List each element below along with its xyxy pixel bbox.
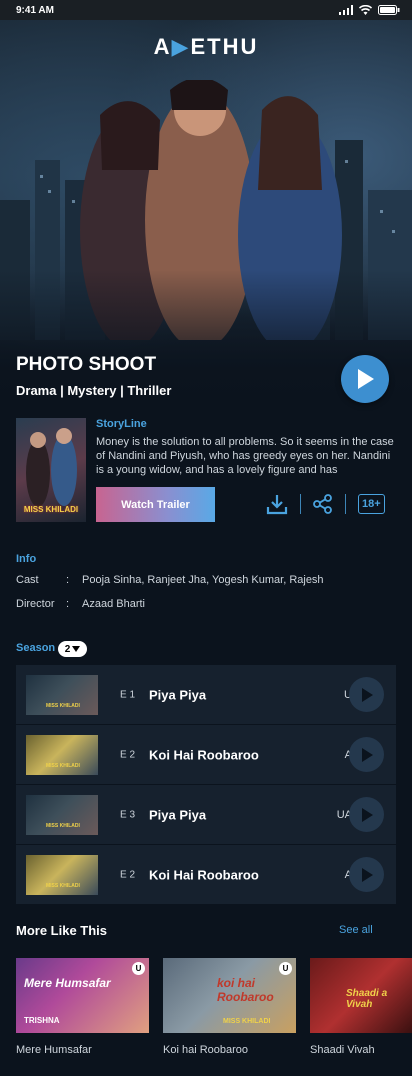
show-genres: Drama | Mystery | Thriller xyxy=(16,383,172,398)
content-card[interactable]: koi hai Roobaroo MISS KHILADI U xyxy=(163,958,296,1033)
card-artwork-title: Shaadi a Vivah xyxy=(346,988,388,1010)
poster-title: MISS KHILADI xyxy=(23,505,79,514)
season-label: Season xyxy=(16,642,56,654)
chevron-down-icon xyxy=(72,646,81,652)
card-title: Mere Humsafar xyxy=(16,1044,92,1056)
show-poster: MISS KHILADI xyxy=(16,418,86,522)
see-all-link[interactable]: See all xyxy=(339,924,373,936)
episode-thumbnail: MISS KHILADI xyxy=(26,735,98,775)
card-title: Koi hai Roobaroo xyxy=(163,1044,249,1056)
thumbnail-text: MISS KHILADI xyxy=(46,823,80,829)
card-artwork-subtitle: TRISHNA xyxy=(24,1016,60,1025)
play-icon xyxy=(361,747,373,762)
cast-value: Pooja Sinha, Ranjeet Jha, Yogesh Kumar, … xyxy=(82,574,324,586)
episode-play-button[interactable] xyxy=(349,797,384,832)
status-time: 9:41 AM xyxy=(16,4,54,16)
episode-thumbnail: MISS KHILADI xyxy=(26,795,98,835)
card-artwork-subtitle: MISS KHILADI xyxy=(223,1018,271,1025)
director-key: Director xyxy=(16,598,55,610)
age-rating-badge: 18+ xyxy=(358,494,385,514)
card-rating-badge: U xyxy=(279,962,292,975)
colon: : xyxy=(66,598,70,610)
episode-play-button[interactable] xyxy=(349,737,384,772)
hero-banner: A▶ETHU xyxy=(0,20,412,410)
wifi-icon xyxy=(359,5,372,15)
card-artwork-title: koi hai Roobaroo xyxy=(217,976,274,1004)
share-icon[interactable] xyxy=(313,494,333,514)
episode-title: Piya Piya xyxy=(149,807,207,822)
content-card[interactable]: Shaadi a Vivah xyxy=(310,958,412,1033)
divider xyxy=(345,494,346,514)
card-artwork-title: Mere Humsafar xyxy=(24,976,111,990)
episode-thumbnail: MISS KHILADI xyxy=(26,855,98,895)
download-icon[interactable] xyxy=(266,493,288,515)
more-like-this-title: More Like This xyxy=(16,923,108,938)
cast-row: Cast : Pooja Sinha, Ranjeet Jha, Yogesh … xyxy=(16,574,324,586)
play-icon xyxy=(358,369,374,389)
episode-play-button[interactable] xyxy=(349,677,384,712)
director-row: Director : Azaad Bharti xyxy=(16,598,145,610)
card-title: Shaadi Vivah xyxy=(310,1044,375,1056)
play-icon xyxy=(361,687,373,702)
battery-icon xyxy=(378,5,400,15)
season-value: 2 xyxy=(64,643,71,655)
play-button[interactable] xyxy=(341,355,389,403)
status-icons xyxy=(339,5,400,15)
watch-trailer-button[interactable]: Watch Trailer xyxy=(96,487,215,522)
thumbnail-text: MISS KHILADI xyxy=(46,703,80,709)
logo-prefix: A xyxy=(153,34,172,59)
play-icon xyxy=(361,867,373,882)
episode-code: E 2 xyxy=(120,869,136,880)
divider xyxy=(300,494,301,514)
info-label: Info xyxy=(16,553,37,565)
episode-code: E 1 xyxy=(120,689,136,700)
episode-play-button[interactable] xyxy=(349,857,384,892)
episode-row[interactable]: MISS KHILADI E 2 Koi Hai Roobaroo A xyxy=(16,845,396,904)
signal-icon xyxy=(339,5,353,15)
logo-mark: ▶ xyxy=(171,34,191,59)
episode-row[interactable]: MISS KHILADI E 2 Koi Hai Roobaroo A xyxy=(16,725,396,784)
show-title: PHOTO SHOOT xyxy=(16,354,157,375)
thumbnail-text: MISS KHILADI xyxy=(46,763,80,769)
colon: : xyxy=(66,574,70,586)
thumbnail-text: MISS KHILADI xyxy=(46,883,80,889)
season-selector[interactable]: 2 xyxy=(58,641,87,657)
content-card[interactable]: Mere Humsafar TRISHNA U xyxy=(16,958,149,1033)
storyline-label: StoryLine xyxy=(96,418,147,430)
episode-code: E 3 xyxy=(120,809,136,820)
cast-key: Cast xyxy=(16,574,39,586)
status-bar: 9:41 AM xyxy=(0,0,412,20)
episode-title: Koi Hai Roobaroo xyxy=(149,867,259,882)
card-rating-badge: U xyxy=(132,962,145,975)
app-logo: A▶ETHU xyxy=(0,34,412,60)
play-icon xyxy=(361,807,373,822)
storyline-text: Money is the solution to all problems. S… xyxy=(96,436,394,476)
episode-code: E 2 xyxy=(120,749,136,760)
episode-title: Koi Hai Roobaroo xyxy=(149,747,259,762)
episode-row[interactable]: MISS KHILADI E 3 Piya Piya UA xyxy=(16,785,396,844)
director-value: Azaad Bharti xyxy=(82,598,145,610)
episode-title: Piya Piya xyxy=(149,687,207,702)
episode-row[interactable]: MISS KHILADI E 1 Piya Piya U xyxy=(16,665,396,724)
logo-suffix: ETHU xyxy=(190,34,259,59)
action-icons: 18+ xyxy=(266,492,385,516)
episode-thumbnail: MISS KHILADI xyxy=(26,675,98,715)
